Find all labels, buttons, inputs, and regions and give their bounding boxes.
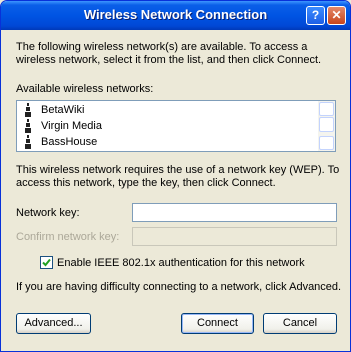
scroll-up-button[interactable] [319, 102, 334, 116]
list-item[interactable]: BetaWiki [23, 102, 313, 118]
wep-text-line2: access this network, type the key, then … [16, 177, 276, 189]
ieee-label[interactable]: Enable IEEE 802.1x authentication for th… [57, 257, 305, 270]
network-name: BetaWiki [41, 104, 85, 116]
wep-text-line1: This wireless network requires the use o… [16, 164, 340, 176]
intro-text-line2: wireless network, select it from the lis… [16, 54, 322, 66]
help-button[interactable]: ? [306, 6, 325, 25]
network-list[interactable]: BetaWiki Virgin Media BassHouse [16, 100, 336, 152]
confirm-key-label: Confirm network key: [16, 231, 120, 243]
network-key-field[interactable] [132, 203, 337, 222]
wireless-connection-dialog: Wireless Network Connection ? ✕ The foll… [0, 0, 351, 352]
antenna-icon [25, 119, 31, 133]
ieee-checkbox[interactable] [40, 256, 53, 269]
list-scrollbar[interactable] [318, 101, 335, 151]
network-name: Virgin Media [41, 120, 102, 132]
connect-button[interactable]: Connect [181, 313, 254, 334]
available-networks-label: Available wireless networks: [16, 83, 154, 95]
title-bar[interactable]: Wireless Network Connection ? ✕ [1, 1, 350, 30]
list-item[interactable]: BassHouse [23, 134, 313, 150]
scroll-down-button[interactable] [319, 136, 334, 150]
window-title: Wireless Network Connection [83, 7, 268, 22]
intro-text-line1: The following wireless network(s) are av… [16, 41, 308, 53]
checkmark-icon [42, 258, 51, 267]
close-button[interactable]: ✕ [327, 6, 346, 25]
network-key-label: Network key: [16, 207, 80, 219]
antenna-icon [25, 135, 31, 149]
advanced-button[interactable]: Advanced... [16, 313, 91, 334]
confirm-key-field [132, 227, 337, 246]
cancel-button[interactable]: Cancel [263, 313, 337, 334]
list-item[interactable]: Virgin Media [23, 118, 313, 134]
network-name: BassHouse [41, 136, 98, 148]
scroll-thumb[interactable] [319, 117, 334, 132]
advanced-note: If you are having difficulty connecting … [16, 281, 342, 293]
antenna-icon [25, 103, 31, 117]
